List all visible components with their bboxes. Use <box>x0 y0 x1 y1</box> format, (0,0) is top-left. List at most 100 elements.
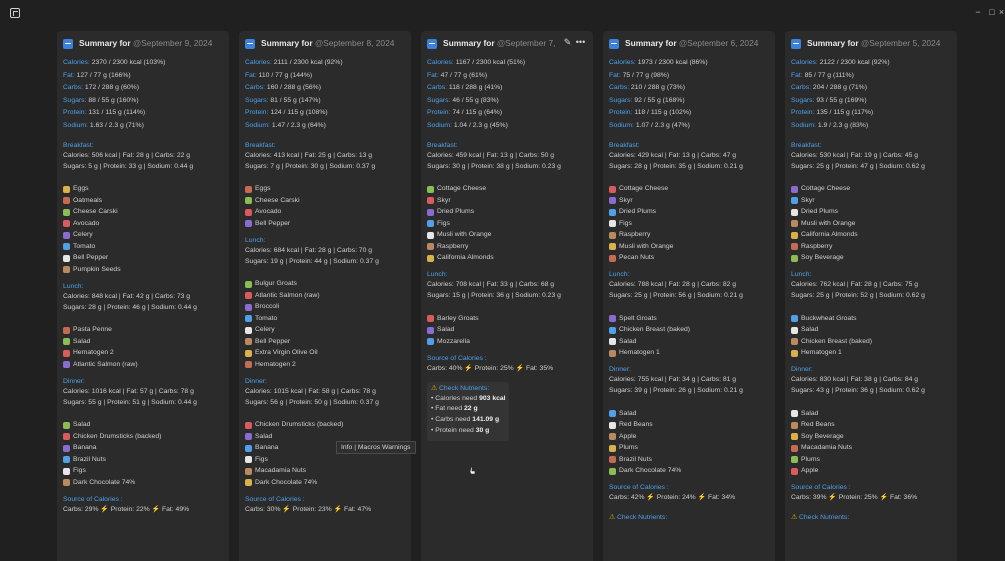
at-symbol: @ <box>497 38 506 48</box>
meal-title: Lunch: <box>791 271 812 279</box>
food-icon <box>245 349 252 357</box>
food-name: Chicken Breast (baked) <box>619 326 691 334</box>
nutrient-value: 127 / 77 g (166%) <box>76 71 131 79</box>
food-name: Salad <box>73 337 91 345</box>
food-icon <box>791 410 798 418</box>
meal-title: Lunch: <box>609 271 630 279</box>
check-nutrients-panel: ⚠ Check Nutrients: • Calories need 903 kc… <box>427 381 509 441</box>
meal-summary: Sugars: 19 g | Protein: 44 g | Sodium: 0… <box>245 257 379 265</box>
food-icon <box>245 185 252 193</box>
food-name: Salad <box>801 409 819 417</box>
source-values: Carbs: 39% ⚡ Protein: 25% ⚡ Fat: 36% <box>791 494 955 505</box>
nutrient-row: Calories: 2370 / 2300 kcal (103%) <box>63 59 227 72</box>
food-item: Oatmeals <box>63 195 227 207</box>
food-item: Musli with Orange <box>791 218 955 230</box>
food-item: Chicken Drumsticks (backed) <box>245 420 409 432</box>
title-bar: − □ × <box>0 0 1005 26</box>
meal-section: Breakfast: Calories: 429 kcal | Fat: 13 g… <box>609 142 773 265</box>
summary-card: Summary for @September 8, 2024 Calories: … <box>239 31 411 561</box>
nutrient-label: Calories: <box>245 59 272 66</box>
nutrient-value: 131 / 115 g (114%) <box>88 109 146 117</box>
food-item: Musli with Orange <box>427 230 591 242</box>
nutrient-value: 160 / 288 g (56%) <box>266 84 321 92</box>
food-icon <box>245 280 252 288</box>
meal-title: Dinner: <box>63 377 85 385</box>
nutrient-label: Carbs: <box>609 84 630 92</box>
meal-title: Dinner: <box>609 366 631 374</box>
food-icon <box>245 315 252 323</box>
food-name: Bulgur Groats <box>255 280 297 288</box>
food-icon <box>609 444 616 452</box>
card-body: Calories: 1973 / 2300 kcal (86%) Fat: 75 … <box>609 59 773 527</box>
warning-title-text: Check Nutrients: <box>438 384 490 392</box>
nutrient-value: 46 / 55 g (83%) <box>452 96 499 104</box>
warning-value: 22 g <box>464 405 478 413</box>
nutrient-row: Protein: 135 / 115 g (117%) <box>791 109 955 122</box>
food-item: Dried Plums <box>427 207 591 219</box>
food-name: Broccoli <box>255 303 280 311</box>
food-name: Hematogen 1 <box>801 349 842 357</box>
food-item: Bulgur Groats <box>245 279 409 291</box>
food-icon <box>791 254 798 262</box>
food-name: Plums <box>619 444 638 452</box>
food-item: Salad <box>609 336 773 348</box>
food-item: Apple <box>609 431 773 443</box>
food-item: Red Beans <box>791 420 955 432</box>
food-item: Chicken Breast (baked) <box>791 336 955 348</box>
food-icon <box>609 433 616 441</box>
warning-item: • Carbs need 141.09 g <box>431 416 505 427</box>
meal-section: Lunch: Calories: 708 kcal | Fat: 33 g | C… <box>427 271 591 348</box>
food-item: Salad <box>609 408 773 420</box>
food-icon <box>63 361 70 369</box>
food-item: Atlantic Salmon (raw) <box>63 359 227 371</box>
warning-value: 903 kcal <box>479 394 506 402</box>
food-icon <box>609 410 616 418</box>
card-date: September 5, 2024 <box>869 38 941 48</box>
card-header: Summary for @September 7, ✎ ••• <box>421 31 593 56</box>
food-item: Barley Groats <box>427 313 591 325</box>
check-nutrients-panel: ⚠ Check Nutrients: <box>609 511 691 527</box>
source-title: Source of Calories : <box>245 495 305 503</box>
food-name: Barley Groats <box>437 314 479 322</box>
nutrient-label: Calories: <box>63 59 90 66</box>
nutrient-row: Sodium: 1.47 / 2.3 g (64%) <box>245 122 409 135</box>
food-icon <box>245 456 252 464</box>
edit-icon[interactable]: ✎ <box>561 37 574 48</box>
food-name: Apple <box>619 432 637 440</box>
food-icon <box>63 444 70 452</box>
more-icon[interactable]: ••• <box>574 37 587 47</box>
nutrient-row: Calories: 2122 / 2300 kcal (92%) <box>791 59 955 72</box>
close-icon[interactable]: × <box>998 5 1005 19</box>
nutrient-value: 75 / 77 g (98%) <box>622 71 670 79</box>
card-title: Summary for @September 6, 2024 <box>625 38 758 48</box>
nutrient-value: 1.47 / 2.3 g (64%) <box>271 121 326 129</box>
meal-title: Lunch: <box>245 236 266 244</box>
food-item: Dark Chocolate 74% <box>609 466 773 478</box>
source-values: Carbs: 40% ⚡ Protein: 25% ⚡ Fat: 35% <box>427 365 591 376</box>
minimize-icon[interactable]: − <box>971 5 985 19</box>
nutrient-row: Protein: 131 / 115 g (114%) <box>63 109 227 122</box>
nutrient-label: Calories: <box>791 59 818 66</box>
food-item: Buckwheat Groats <box>791 313 955 325</box>
nutrient-label: Sugars: <box>63 96 87 104</box>
nutrient-label: Sugars: <box>245 96 269 104</box>
food-item: Brazil Nuts <box>609 454 773 466</box>
source-fat: Fat: 36% <box>889 494 918 502</box>
food-icon <box>427 220 434 228</box>
food-item: Bell Pepper <box>245 218 409 230</box>
bolt-icon: ⚡ <box>280 505 293 513</box>
food-name: Celery <box>73 231 93 239</box>
food-item: Figs <box>63 466 227 478</box>
nutrient-label: Sodium: <box>791 121 816 129</box>
meal-summary: Sugars: 25 g | Protein: 47 g | Sodium: 0… <box>791 162 925 170</box>
nutrient-label: Sodium: <box>427 121 452 129</box>
summary-card: Summary for @September 9, 2024 Calories: … <box>57 31 229 561</box>
food-item: Plums <box>791 454 955 466</box>
meal-summary: Calories: 762 kcal | Fat: 28 g | Carbs: … <box>791 281 919 289</box>
food-item: Soy Beverage <box>791 253 955 265</box>
meal-summary: Calories: 1016 kcal | Fat: 57 g | Carbs:… <box>63 387 194 395</box>
food-icon <box>791 208 798 216</box>
food-item: Hematogen 2 <box>245 359 409 371</box>
maximize-icon[interactable]: □ <box>985 5 999 19</box>
card-header: Summary for @September 9, 2024 <box>57 31 229 56</box>
